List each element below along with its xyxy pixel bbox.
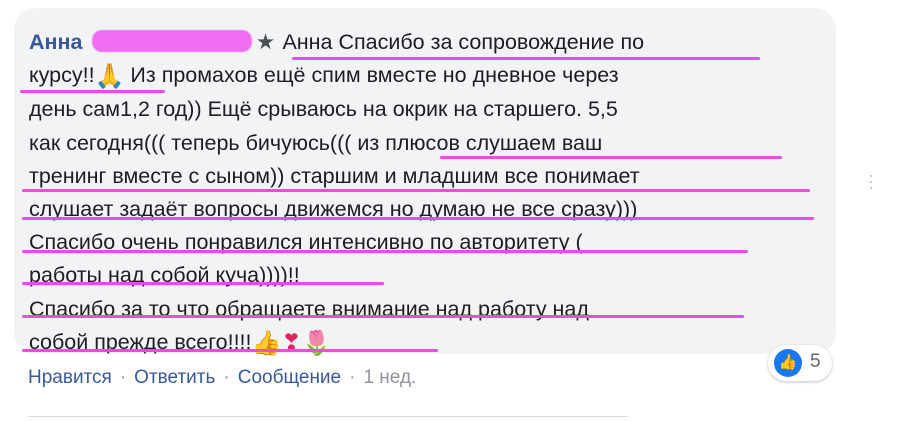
underline-3: [440, 156, 782, 159]
separator-dot: ·: [223, 367, 230, 388]
underline-1: [292, 57, 760, 60]
star-icon: ★: [255, 30, 276, 54]
redacted-name: [92, 30, 253, 52]
comment-actions: Нравится · Ответить · Сообщение · 1 нед.: [28, 367, 416, 389]
underline-2: [20, 90, 165, 93]
underline-6: [22, 250, 748, 253]
separator-dot: ·: [349, 367, 356, 388]
divider: [28, 416, 628, 417]
thumbs-up-icon: 👍: [251, 329, 282, 357]
comment-line-1: Анна Спасибо за сопровождение по: [282, 30, 645, 54]
comment-text: Анна ★ Анна Спасибо за сопровождение по к…: [29, 26, 829, 360]
underline-8: [22, 315, 744, 318]
heart-exclamation-icon: ❣: [281, 329, 302, 357]
comment-line-4: как сегодня((( теперь бичуюсь((( из плюс…: [29, 130, 603, 155]
message-link[interactable]: Сообщение: [238, 367, 341, 389]
pray-icon: 🙏: [94, 63, 125, 91]
comment-line-2b: Из промахов ещё спим вместе но дневное ч…: [124, 63, 619, 88]
like-link[interactable]: Нравится: [28, 367, 112, 389]
separator-dot: ·: [119, 367, 127, 388]
tulip-icon: 🌷: [301, 329, 332, 357]
underline-5: [22, 217, 814, 220]
reaction-summary[interactable]: 👍 5: [768, 345, 832, 381]
timestamp[interactable]: 1 нед.: [363, 367, 416, 389]
more-options-icon[interactable]: · · ·: [868, 166, 874, 196]
reaction-count: 5: [810, 351, 821, 372]
underline-9: [22, 349, 438, 352]
like-icon: 👍: [774, 349, 802, 377]
comment-line-5: тренинг вместе с сыном)) старшим и младш…: [29, 163, 640, 188]
comment-author[interactable]: Анна: [29, 30, 82, 54]
comment-line-2: курсу!!: [29, 63, 95, 88]
reply-link[interactable]: Ответить: [134, 367, 215, 389]
underline-7: [22, 282, 384, 285]
comment-line-3: день сам1,2 год)) Ещё срываюсь на окрик …: [29, 97, 618, 122]
underline-4: [22, 189, 810, 192]
